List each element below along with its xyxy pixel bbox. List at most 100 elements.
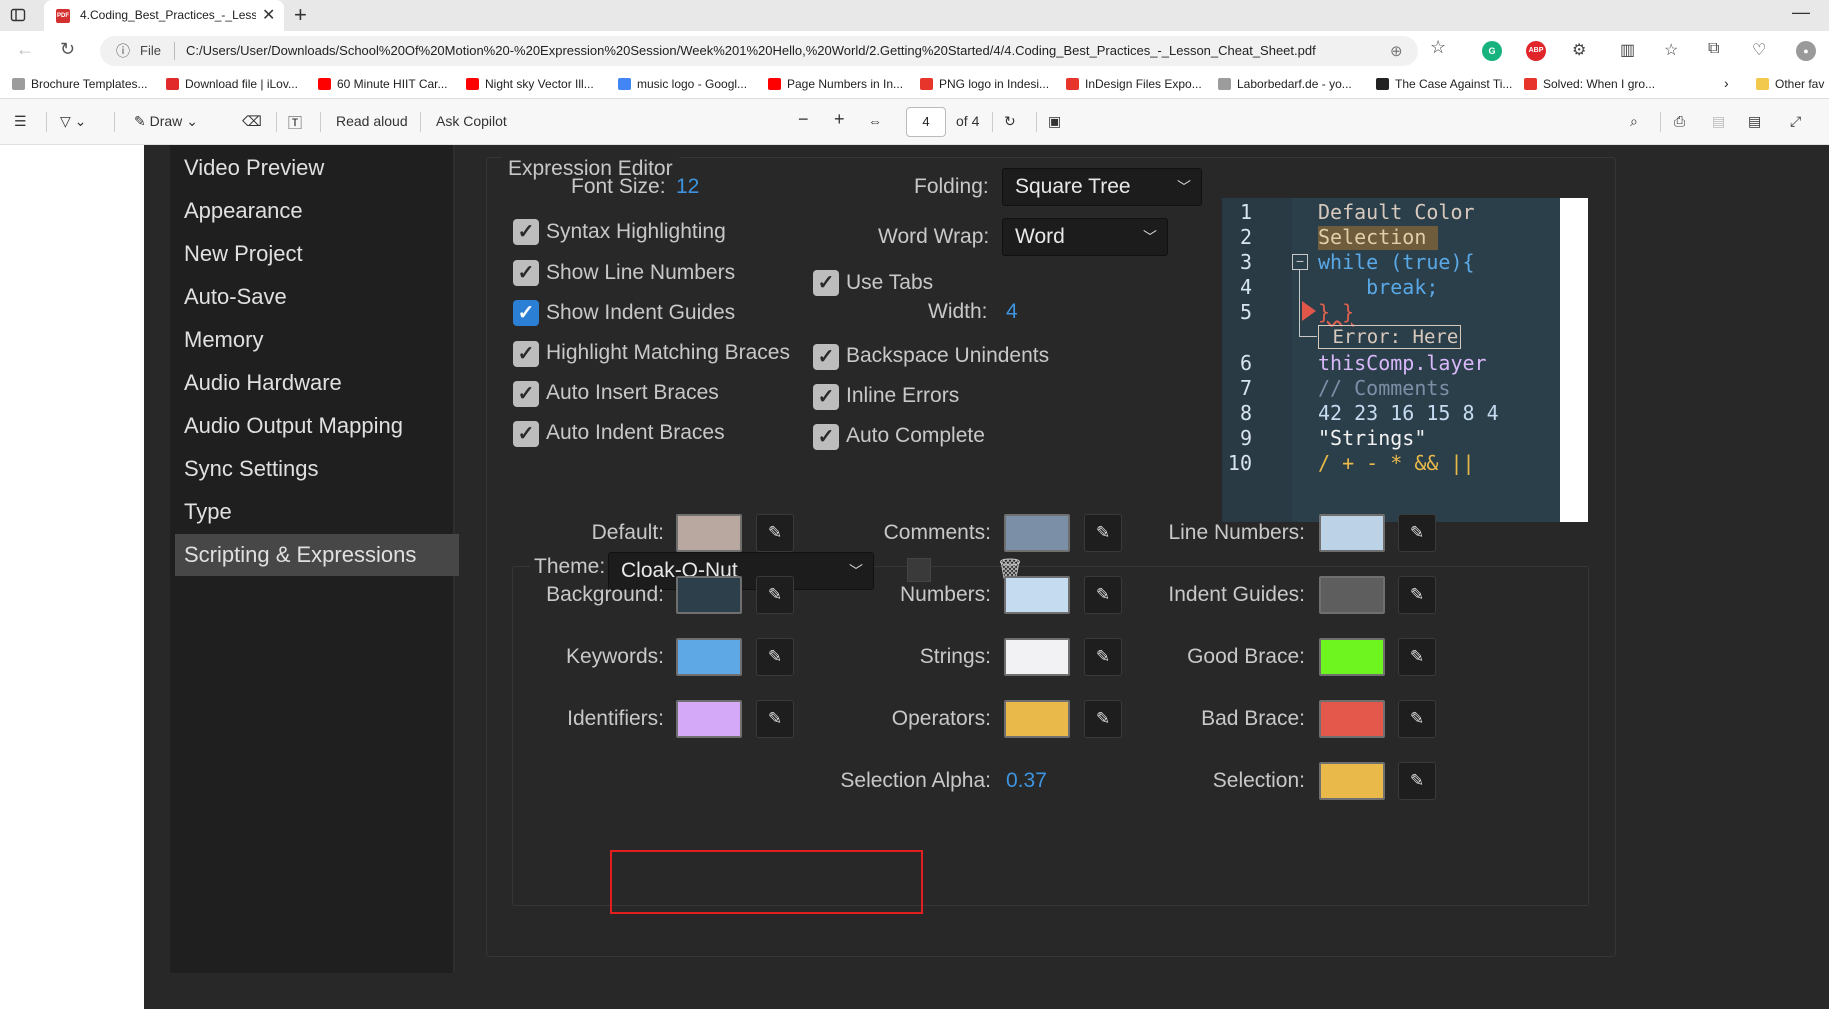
good-brace-color-swatch[interactable] — [1319, 638, 1385, 676]
eyedropper-icon[interactable]: ✎ — [756, 576, 794, 614]
split-screen-icon[interactable]: ▥ — [1620, 40, 1635, 60]
line-numbers-color-swatch[interactable] — [1319, 514, 1385, 552]
search-icon[interactable]: ⌕ — [1630, 113, 1638, 130]
fullscreen-icon[interactable]: ⤢ — [1790, 113, 1801, 130]
operators-color-swatch[interactable] — [1004, 700, 1070, 738]
eyedropper-icon[interactable]: ✎ — [756, 700, 794, 738]
eyedropper-icon[interactable]: ✎ — [756, 638, 794, 676]
other-favorites-folder[interactable]: Other fav — [1756, 77, 1824, 91]
sidebar-item-audio-hardware[interactable]: Audio Hardware — [175, 362, 459, 404]
bookmark-item[interactable]: music logo - Googl... — [618, 77, 747, 91]
auto-indent-braces-checkbox[interactable]: ✓ — [513, 421, 539, 447]
browser-essentials-icon[interactable]: ♡ — [1752, 40, 1766, 60]
eyedropper-icon[interactable]: ✎ — [756, 514, 794, 552]
sidebar-item-audio-output-mapping[interactable]: Audio Output Mapping — [175, 405, 459, 447]
eyedropper-icon[interactable]: ✎ — [1398, 700, 1436, 738]
back-icon[interactable]: ← — [16, 39, 34, 60]
eyedropper-icon[interactable]: ✎ — [1398, 514, 1436, 552]
extensions-icon[interactable]: ⚙ — [1572, 40, 1586, 60]
sidebar-item-scripting-expressions[interactable]: Scripting & Expressions — [175, 534, 459, 576]
preview-scrollbar[interactable] — [1560, 198, 1588, 522]
table-of-contents-icon[interactable]: ☰ — [14, 113, 27, 130]
save-icon[interactable]: ▤ — [1712, 113, 1725, 130]
show-indent-guides-checkbox[interactable]: ✓ — [513, 300, 539, 326]
url-text[interactable]: C:/Users/User/Downloads/School%20Of%20Mo… — [186, 43, 1316, 58]
eraser-icon[interactable]: ⌫ — [242, 113, 262, 130]
text-box-icon[interactable]: 🅃 — [288, 113, 302, 133]
folding-dropdown[interactable]: Square Tree ﹀ — [1002, 168, 1202, 206]
bookmark-item[interactable]: Laborbedarf.de - yo... — [1218, 77, 1352, 91]
tab-close-icon[interactable]: ✕ — [262, 5, 275, 25]
favorites-icon[interactable]: ☆ — [1664, 40, 1678, 60]
new-tab-icon[interactable]: + — [294, 2, 307, 28]
bookmark-item[interactable]: Night sky Vector Ill... — [466, 77, 594, 91]
window-minimize-icon[interactable]: — — [1792, 2, 1810, 23]
selection-alpha-value[interactable]: 0.37 — [1006, 769, 1047, 793]
bad-brace-color-swatch[interactable] — [1319, 700, 1385, 738]
background-color-swatch[interactable] — [676, 576, 742, 614]
syntax-highlighting-checkbox[interactable]: ✓ — [513, 219, 539, 245]
sidebar-item-appearance[interactable]: Appearance — [175, 190, 459, 232]
zoom-out-icon[interactable]: − — [798, 109, 809, 130]
bookmarks-overflow-icon[interactable]: › — [1724, 75, 1729, 91]
tab-width-value[interactable]: 4 — [1006, 300, 1018, 324]
eyedropper-icon[interactable]: ✎ — [1398, 576, 1436, 614]
auto-complete-checkbox[interactable]: ✓ — [813, 424, 839, 450]
print-icon[interactable]: ⎙ — [1674, 113, 1685, 130]
rotate-icon[interactable]: ↻ — [1004, 113, 1016, 130]
sidebar-item-new-project[interactable]: New Project — [175, 233, 459, 275]
highlight-matching-braces-checkbox[interactable]: ✓ — [513, 341, 539, 367]
sidebar-item-memory[interactable]: Memory — [175, 319, 459, 361]
sidebar-item-auto-save[interactable]: Auto-Save — [175, 276, 459, 318]
save-theme-icon[interactable] — [907, 558, 931, 582]
bookmark-item[interactable]: The Case Against Ti... — [1376, 77, 1512, 91]
highlight-icon[interactable]: ▽ ⌄ — [60, 113, 86, 130]
sidebar-item-sync-settings[interactable]: Sync Settings — [175, 448, 459, 490]
page-view-icon[interactable]: ▣ — [1048, 113, 1061, 130]
bookmark-item[interactable]: Solved: When I gro... — [1524, 77, 1655, 91]
read-aloud-button[interactable]: Read aloud — [336, 113, 408, 129]
draw-button[interactable]: ✎ Draw ⌄ — [134, 113, 198, 130]
auto-insert-braces-checkbox[interactable]: ✓ — [513, 381, 539, 407]
bookmark-item[interactable]: Page Numbers in In... — [768, 77, 903, 91]
selection-color-swatch[interactable] — [1319, 762, 1385, 800]
sidebar-item-type[interactable]: Type — [175, 491, 459, 533]
identifiers-color-swatch[interactable] — [676, 700, 742, 738]
sidebar-item-video-preview[interactable]: Video Preview — [175, 147, 459, 189]
keywords-color-swatch[interactable] — [676, 638, 742, 676]
show-line-numbers-checkbox[interactable]: ✓ — [513, 260, 539, 286]
word-wrap-dropdown[interactable]: Word ﹀ — [1002, 218, 1168, 256]
page-number-input[interactable]: 4 — [906, 107, 946, 137]
comments-color-swatch[interactable] — [1004, 514, 1070, 552]
bookmark-item[interactable]: Brochure Templates... — [12, 77, 148, 91]
profile-avatar-icon[interactable]: ● — [1796, 41, 1816, 61]
save-as-icon[interactable]: ▤ — [1748, 113, 1761, 130]
eyedropper-icon[interactable]: ✎ — [1398, 638, 1436, 676]
default-color-swatch[interactable] — [676, 514, 742, 552]
grammarly-extension-icon[interactable]: G — [1482, 41, 1502, 61]
numbers-color-swatch[interactable] — [1004, 576, 1070, 614]
font-size-value[interactable]: 12 — [676, 175, 699, 199]
info-icon[interactable]: ⓘ — [116, 41, 130, 61]
zoom-icon[interactable]: ⊕ — [1390, 42, 1403, 60]
url-box[interactable]: ⓘ File C:/Users/User/Downloads/School%20… — [100, 36, 1418, 66]
inline-errors-checkbox[interactable]: ✓ — [813, 384, 839, 410]
bookmark-item[interactable]: 60 Minute HIIT Car... — [318, 77, 448, 91]
backspace-unindents-checkbox[interactable]: ✓ — [813, 344, 839, 370]
bookmark-item[interactable]: Download file | iLov... — [166, 77, 298, 91]
adblock-extension-icon[interactable]: ABP — [1526, 41, 1546, 61]
refresh-icon[interactable]: ↻ — [60, 39, 75, 60]
ask-copilot-button[interactable]: Ask Copilot — [436, 113, 507, 129]
browser-tab[interactable]: PDF 4.Coding_Best_Practices_-_Lesson_Che… — [44, 0, 284, 31]
eyedropper-icon[interactable]: ✎ — [1398, 762, 1436, 800]
collections-icon[interactable]: ⧉ — [1708, 40, 1719, 58]
bookmark-item[interactable]: PNG logo in Indesi... — [920, 77, 1049, 91]
use-tabs-checkbox[interactable]: ✓ — [813, 270, 839, 296]
indent-guides-color-swatch[interactable] — [1319, 576, 1385, 614]
zoom-in-icon[interactable]: + — [834, 109, 845, 130]
bookmark-item[interactable]: InDesign Files Expo... — [1066, 77, 1202, 91]
strings-color-swatch[interactable] — [1004, 638, 1070, 676]
tab-actions-icon[interactable] — [10, 7, 26, 23]
favorite-star-icon[interactable]: ☆ — [1430, 37, 1446, 58]
fit-page-icon[interactable]: ⇔ — [868, 113, 882, 129]
